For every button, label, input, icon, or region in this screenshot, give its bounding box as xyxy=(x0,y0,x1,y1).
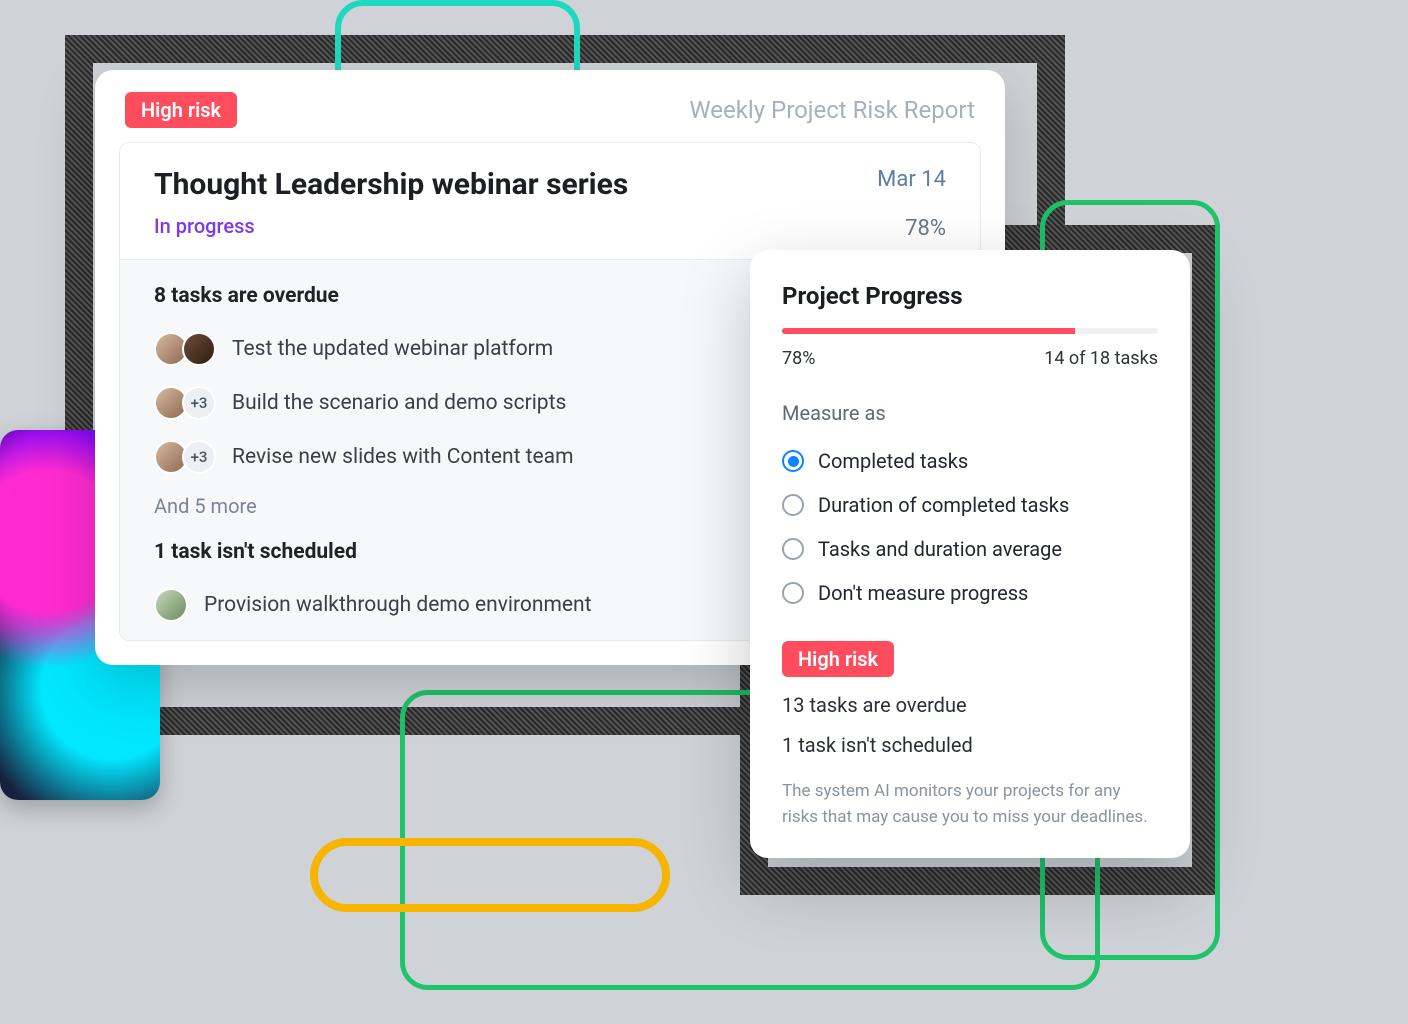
radio-icon xyxy=(782,582,804,604)
project-date: Mar 14 xyxy=(877,167,946,192)
risk-badge: High risk xyxy=(125,92,237,128)
progress-title: Project Progress xyxy=(782,282,1158,310)
avatar xyxy=(182,332,216,366)
measure-option-label: Don't measure progress xyxy=(818,581,1028,605)
popover-overdue-line: 13 tasks are overdue xyxy=(782,693,1158,717)
radio-icon xyxy=(782,538,804,560)
measure-option[interactable]: Don't measure progress xyxy=(782,571,1158,615)
progress-bar-fill xyxy=(782,328,1075,334)
measure-option-label: Duration of completed tasks xyxy=(818,493,1069,517)
avatar-more-count: +3 xyxy=(182,386,216,420)
project-name: Thought Leadership webinar series xyxy=(154,167,628,202)
project-status: In progress xyxy=(154,214,628,238)
popover-risk-badge: High risk xyxy=(782,641,894,677)
measure-option[interactable]: Completed tasks xyxy=(782,439,1158,483)
measure-option-label: Completed tasks xyxy=(818,449,968,473)
progress-bar xyxy=(782,328,1158,334)
popover-description: The system AI monitors your projects for… xyxy=(782,779,1158,830)
measure-option[interactable]: Tasks and duration average xyxy=(782,527,1158,571)
popover-unscheduled-line: 1 task isn't scheduled xyxy=(782,733,1158,757)
report-title: Weekly Project Risk Report xyxy=(689,96,975,124)
avatar-more-count: +3 xyxy=(182,440,216,474)
radio-icon xyxy=(782,450,804,472)
decorative-pill-yellow xyxy=(310,838,670,912)
measure-option[interactable]: Duration of completed tasks xyxy=(782,483,1158,527)
measure-option-label: Tasks and duration average xyxy=(818,537,1062,561)
progress-percent: 78% xyxy=(782,348,815,369)
avatar xyxy=(154,588,188,622)
project-progress-popover: Project Progress 78% 14 of 18 tasks Meas… xyxy=(750,250,1190,858)
progress-count: 14 of 18 tasks xyxy=(1044,348,1158,369)
measure-label: Measure as xyxy=(782,401,1158,425)
radio-icon xyxy=(782,494,804,516)
project-percent: 78% xyxy=(877,216,946,241)
